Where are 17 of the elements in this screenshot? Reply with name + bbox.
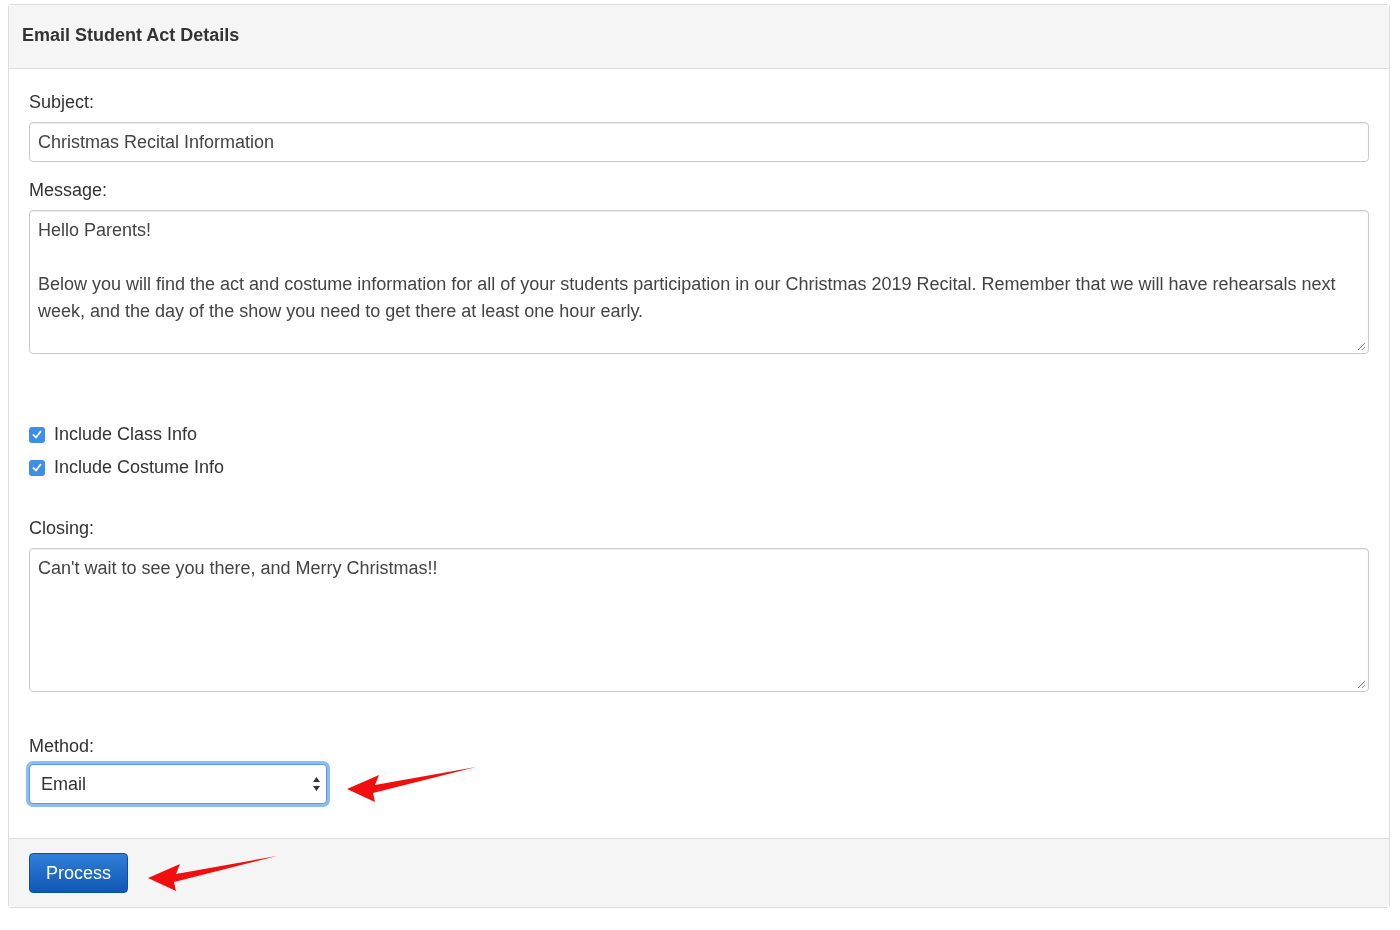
checkbox-label: Include Class Info [54, 424, 198, 445]
field-label: Method: [29, 736, 96, 757]
checkbox[interactable] [29, 459, 45, 476]
process-button[interactable]: Process [29, 853, 129, 893]
closing-field[interactable]: Can't wait to see you there, and Merry Christmas!! [29, 548, 1369, 692]
select-arrows-icon [312, 776, 321, 792]
checkbox[interactable] [29, 426, 45, 443]
panel-title: Email Student Act Details [22, 25, 240, 45]
message-field[interactable]: Hello Parents! Below you will find the act and costume information for all of your students participation in our Christmas 2019 Recital. Remember that we will have rehearsals next week, and the day of the show you need to get there at least one hour early. [29, 210, 1369, 354]
checkbox-label: Include Costume Info [54, 457, 225, 478]
subject-field[interactable]: Christmas Recital Information [29, 122, 1369, 162]
field-label: Closing: [29, 518, 95, 539]
resize-handle-icon[interactable] [1357, 680, 1366, 689]
field-label: Message: [29, 180, 108, 201]
method-select[interactable]: Email [29, 764, 327, 804]
resize-handle-icon[interactable] [1357, 342, 1366, 351]
field-label: Subject: [29, 92, 95, 113]
